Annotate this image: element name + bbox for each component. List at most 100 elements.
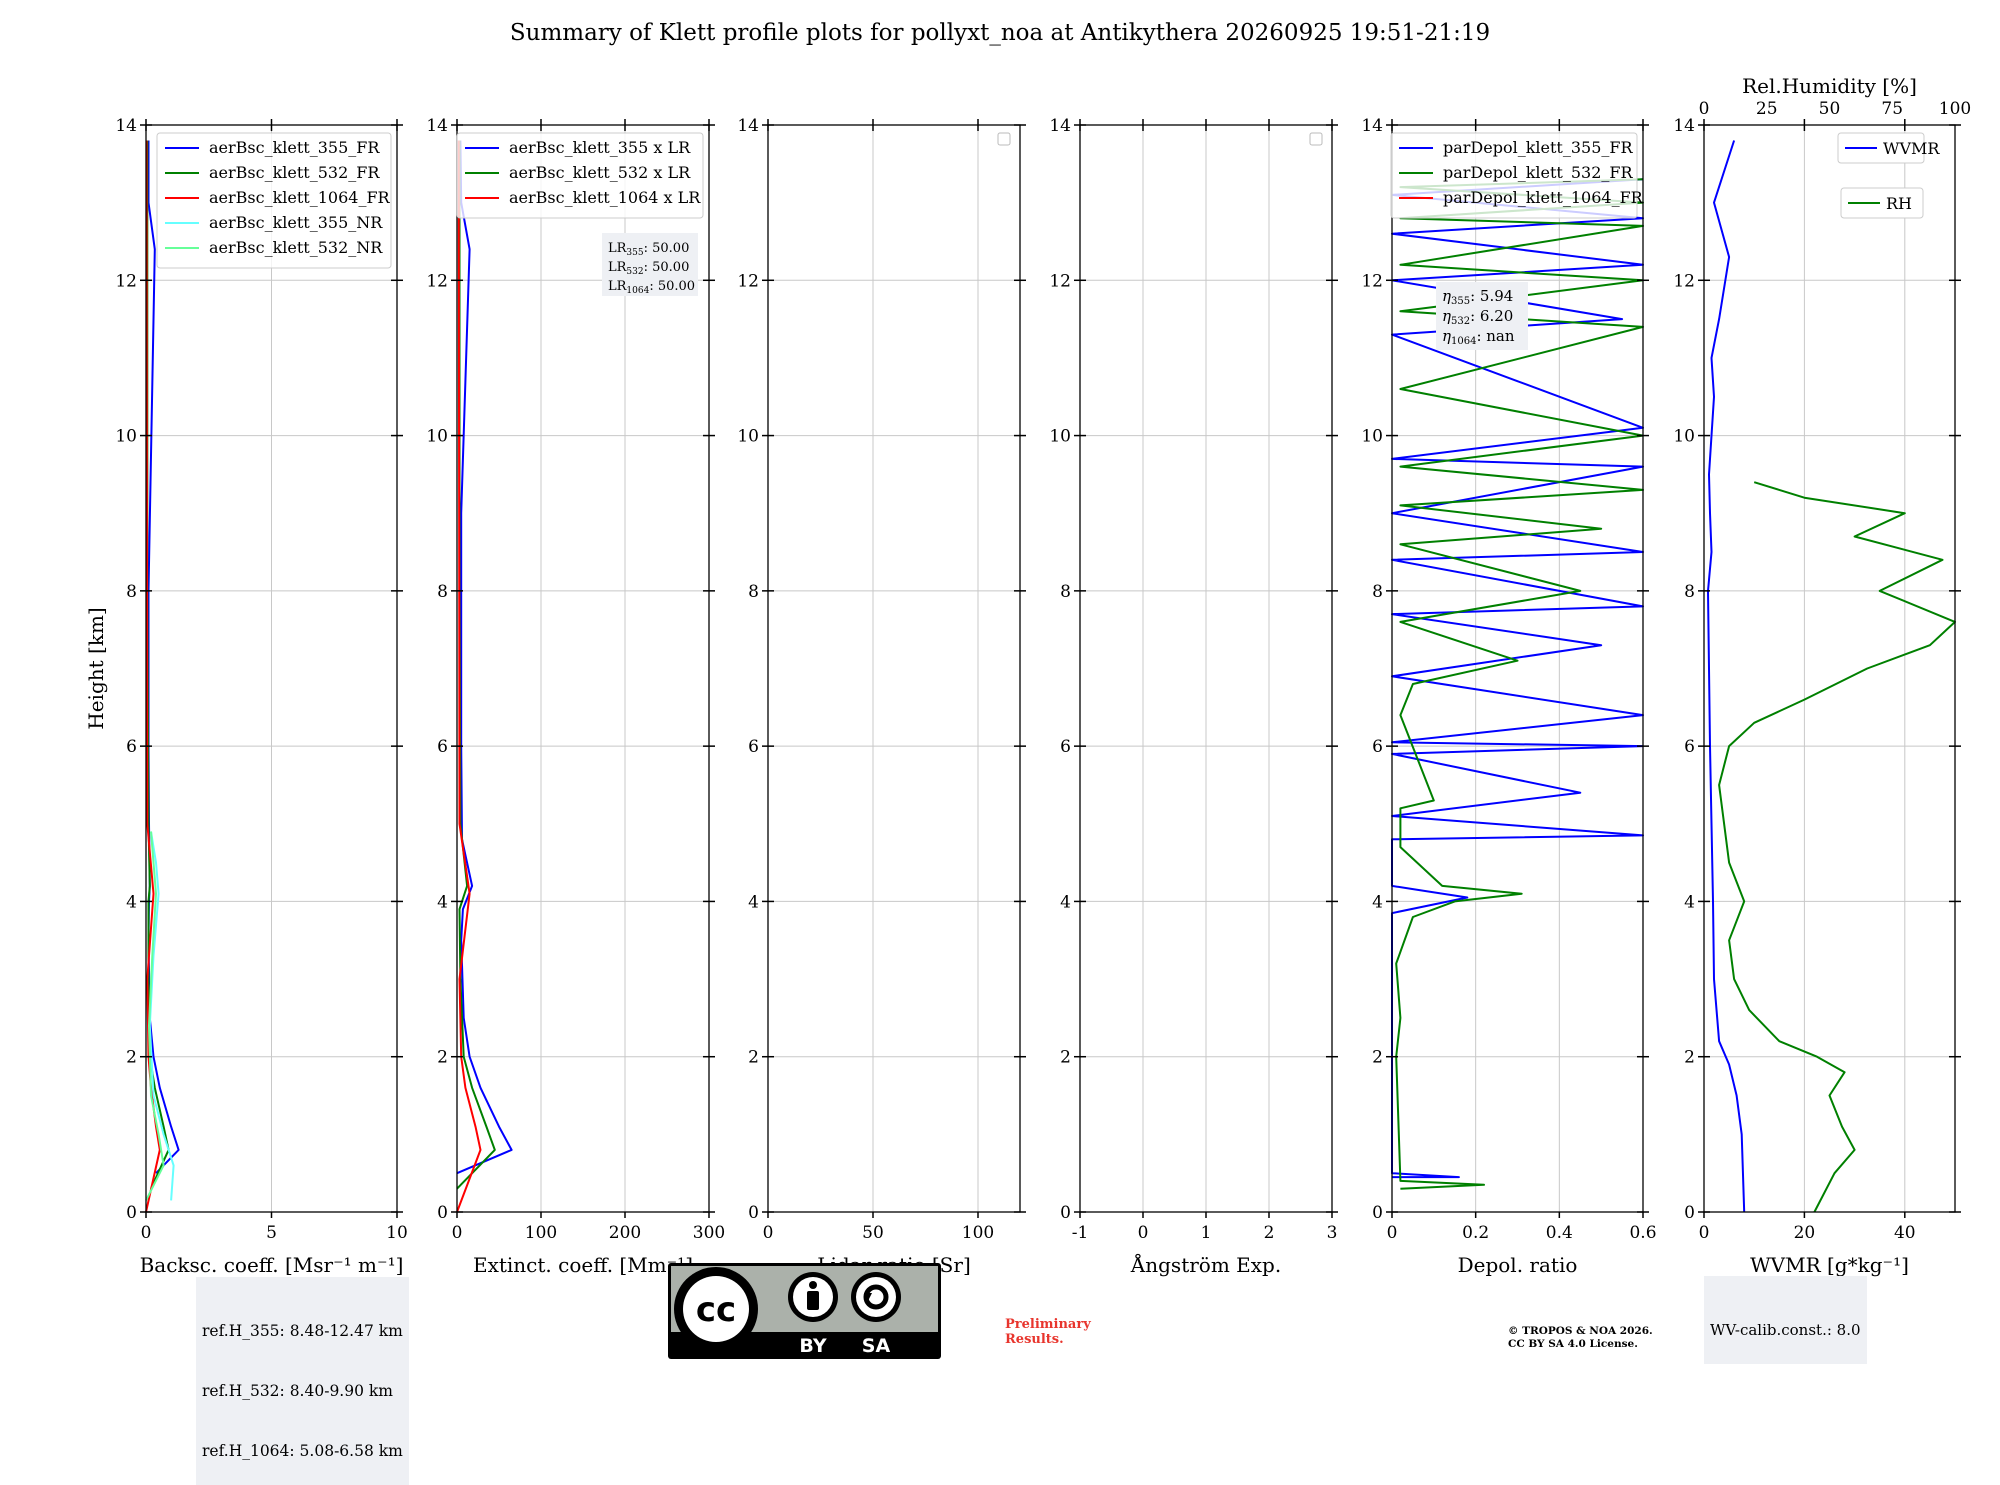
x-tick-label: 50 [862, 1223, 884, 1243]
y-tick-label: 6 [437, 737, 448, 757]
y-tick-label: 14 [1361, 116, 1383, 136]
y-tick-label: 8 [126, 582, 137, 602]
y-tick-label: 10 [1361, 427, 1383, 447]
y-tick-label: 6 [748, 737, 759, 757]
lr-label-1064: LR1064: 50.00 [608, 279, 695, 296]
series-line-aerBsc_klett_532_NR [145, 831, 165, 1201]
y-tick-label: 10 [1673, 427, 1695, 447]
axes-frame [767, 124, 1021, 1213]
y-tick-label: 14 [1673, 116, 1695, 136]
x-tick-label: -1 [1072, 1223, 1089, 1243]
ref-height-532: ref.H_532: 8.40-9.90 km [202, 1382, 393, 1400]
x-axis-label: WVMR [g*kg⁻¹] [1750, 1253, 1909, 1277]
y-tick-label: 4 [748, 892, 759, 912]
y-tick-label: 4 [126, 892, 137, 912]
y-tick-label: 2 [437, 1048, 448, 1068]
x-tick-label: 20 [1794, 1223, 1816, 1243]
legend-label: parDepol_klett_532_FR [1443, 163, 1634, 182]
lr-box: LR355: 50.00 LR532: 50.00 LR1064: 50.00 [602, 233, 698, 296]
x-tick-label: 2 [1264, 1223, 1275, 1243]
y-tick-label: 10 [426, 427, 448, 447]
y-tick-label: 4 [1060, 892, 1071, 912]
y-tick-label: 12 [426, 271, 448, 291]
series-line-aerBsc_klett_355 x LR [456, 140, 513, 1175]
x-axis-label: Backsc. coeff. [Msr⁻¹ m⁻¹] [140, 1253, 404, 1277]
y-tick-label: 14 [1049, 116, 1071, 136]
wv-calib-text: WV-calib.const.: 8.0 [1710, 1321, 1861, 1339]
x-tick-label: 0 [763, 1223, 774, 1243]
x-tick-label: 0.2 [1462, 1223, 1489, 1243]
x-tick-label: 5 [266, 1223, 277, 1243]
legend-label: aerBsc_klett_1064_FR [209, 188, 391, 207]
x-tick-label: 1 [1201, 1223, 1212, 1243]
y-tick-label: 0 [748, 1203, 759, 1223]
copyright-line-1: © TROPOS & NOA 2026. [1508, 1325, 1653, 1337]
series-line-WVMR [1707, 140, 1746, 1213]
x2-tick-label: 100 [1939, 99, 1971, 119]
y-tick-label: 0 [437, 1203, 448, 1223]
x-tick-label: 200 [609, 1223, 641, 1243]
y-tick-label: 8 [1372, 582, 1383, 602]
x-tick-label: 0 [1138, 1223, 1149, 1243]
y-tick-label: 10 [1049, 427, 1071, 447]
wv-calibration-box: WV-calib.const.: 8.0 [1704, 1276, 1867, 1364]
reference-height-box: ref.H_355: 8.48-12.47 km ref.H_532: 8.40… [196, 1277, 409, 1485]
y-tick-label: 14 [115, 116, 137, 136]
preliminary-line-1: Preliminary [1005, 1317, 1091, 1332]
y-tick-label: 12 [1673, 271, 1695, 291]
y-tick-label: 0 [1060, 1203, 1071, 1223]
x-tick-label: 0.4 [1546, 1223, 1573, 1243]
y-tick-label: 0 [1372, 1203, 1383, 1223]
y-tick-label: 12 [115, 271, 137, 291]
cc-by-label: BY [799, 1335, 826, 1357]
y-axis-label: Height [km] [84, 607, 108, 729]
chart-wvmr: 024681012140 20 400 25 50 75 100Rel.Humidity [… [1673, 74, 1971, 1277]
y-tick-label: 2 [126, 1048, 137, 1068]
x-tick-label: 0 [452, 1223, 463, 1243]
ref-height-1064: ref.H_1064: 5.08-6.58 km [202, 1442, 403, 1460]
y-tick-label: 8 [1684, 582, 1695, 602]
x-tick-label: 10 [386, 1223, 408, 1243]
y-tick-label: 10 [737, 427, 759, 447]
cc-icon: cc [674, 1267, 758, 1351]
legend-label: aerBsc_klett_532 x LR [509, 163, 691, 182]
plot-canvas: 024681012140 5 10Backsc. coeff. [Msr⁻¹ m⁻¹… [84, 74, 1971, 1277]
preliminary-note: Preliminary Results. [1005, 1317, 1091, 1347]
copyright-line-2: CC BY SA 4.0 License. [1508, 1338, 1638, 1350]
legend-label: aerBsc_klett_1064 x LR [509, 188, 701, 207]
y-tick-label: 0 [1684, 1203, 1695, 1223]
legend-label: aerBsc_klett_532_FR [209, 163, 380, 182]
y-tick-label: 6 [126, 737, 137, 757]
x2-tick-label: 25 [1756, 99, 1778, 119]
y-tick-label: 12 [1049, 271, 1071, 291]
legend-label: aerBsc_klett_532_NR [209, 238, 383, 257]
x2-tick-label: 75 [1881, 99, 1903, 119]
x-tick-label: 0 [1699, 1223, 1710, 1243]
x2-tick-label: 50 [1819, 99, 1841, 119]
y-tick-label: 2 [748, 1048, 759, 1068]
x-tick-label: 40 [1894, 1223, 1916, 1243]
legend-label: aerBsc_klett_355 x LR [509, 138, 691, 157]
y-tick-label: 6 [1684, 737, 1695, 757]
y-tick-label: 14 [737, 116, 759, 136]
x2-tick-label: 0 [1699, 99, 1710, 119]
x-tick-label: 0 [141, 1223, 152, 1243]
legend-label: WVMR [1883, 139, 1940, 158]
legend-label: aerBsc_klett_355_NR [209, 213, 383, 232]
x-axis-label: Depol. ratio [1458, 1253, 1578, 1277]
chart-angstrom: 02468101214-1 0 1 2 3Ångström Exp. [1049, 116, 1338, 1277]
y-tick-label: 4 [437, 892, 448, 912]
y-tick-label: 8 [437, 582, 448, 602]
x-tick-label: 100 [525, 1223, 557, 1243]
legend-label: parDepol_klett_1064_FR [1443, 188, 1644, 207]
y-tick-label: 4 [1372, 892, 1383, 912]
chart-backscatter: 0 2 4 6 8 10 12 14 0 5 10 Backsc. coeff. [Msr⁻¹ m⁻¹… [84, 116, 408, 1277]
x-axis-label: Extinct. coeff. [Mm⁻¹] [473, 1253, 693, 1277]
legend-box [1309, 132, 1323, 146]
chart-lidar-ratio: 02468101214050100Lidar ratio [Sr] [737, 116, 1026, 1277]
axes-frame [1703, 124, 1956, 1213]
x-tick-label: 0 [1387, 1223, 1398, 1243]
ref-height-355: ref.H_355: 8.48-12.47 km [202, 1322, 403, 1340]
legend-box [997, 132, 1011, 146]
by-icon [788, 1272, 838, 1322]
